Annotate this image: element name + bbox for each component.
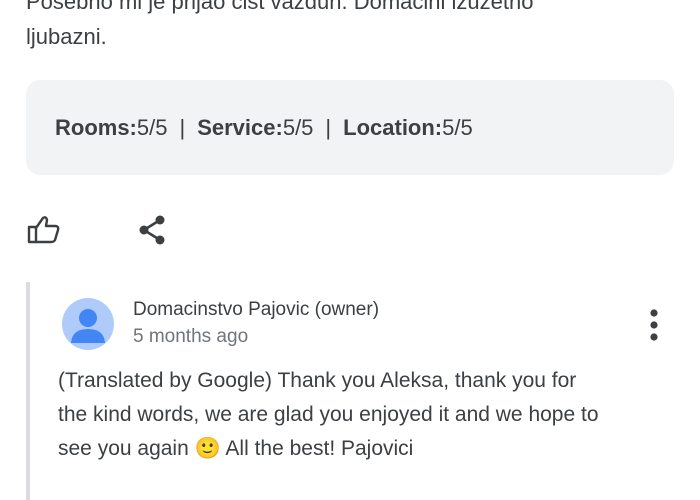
- reply-timestamp: 5 months ago: [133, 326, 249, 347]
- location-rating-label: Location:: [343, 114, 443, 140]
- reply-text-line-3: see you again 🙂 All the best! Pajovici: [58, 437, 414, 460]
- person-avatar-icon[interactable]: [62, 298, 114, 350]
- rating-separator: |: [179, 114, 186, 140]
- rating-separator: |: [325, 114, 332, 140]
- reply-text: (Translated by Google) Thank you Aleksa,…: [58, 364, 688, 466]
- more-vertical-icon[interactable]: [644, 308, 664, 342]
- owner-reply: Domacinstvo Pajovic (owner) 5 months ago…: [26, 282, 700, 500]
- rooms-rating-label: Rooms:: [55, 114, 137, 140]
- rooms-rating-value: 5/5: [136, 114, 168, 140]
- reply-text-line-1: (Translated by Google) Thank you Aleksa,…: [58, 369, 577, 392]
- review-text-line-1: Posebno mi je prijao čist vazduh. Domaći…: [26, 0, 534, 14]
- service-rating-value: 5/5: [282, 114, 314, 140]
- ratings-summary: Rooms: 5/5 | Service: 5/5 | Location: 5/…: [26, 80, 674, 175]
- review-text-line-2: ljubazni.: [26, 24, 107, 49]
- review-text: Posebno mi je prijao čist vazduh. Domaći…: [26, 0, 686, 54]
- owner-name[interactable]: Domacinstvo Pajovic (owner): [133, 299, 379, 321]
- reply-text-line-2: the kind words, we are glad you enjoyed …: [58, 403, 599, 426]
- share-icon[interactable]: [137, 214, 169, 246]
- thumb-up-icon[interactable]: [27, 214, 61, 244]
- service-rating-label: Service:: [197, 114, 283, 140]
- location-rating-value: 5/5: [442, 114, 473, 140]
